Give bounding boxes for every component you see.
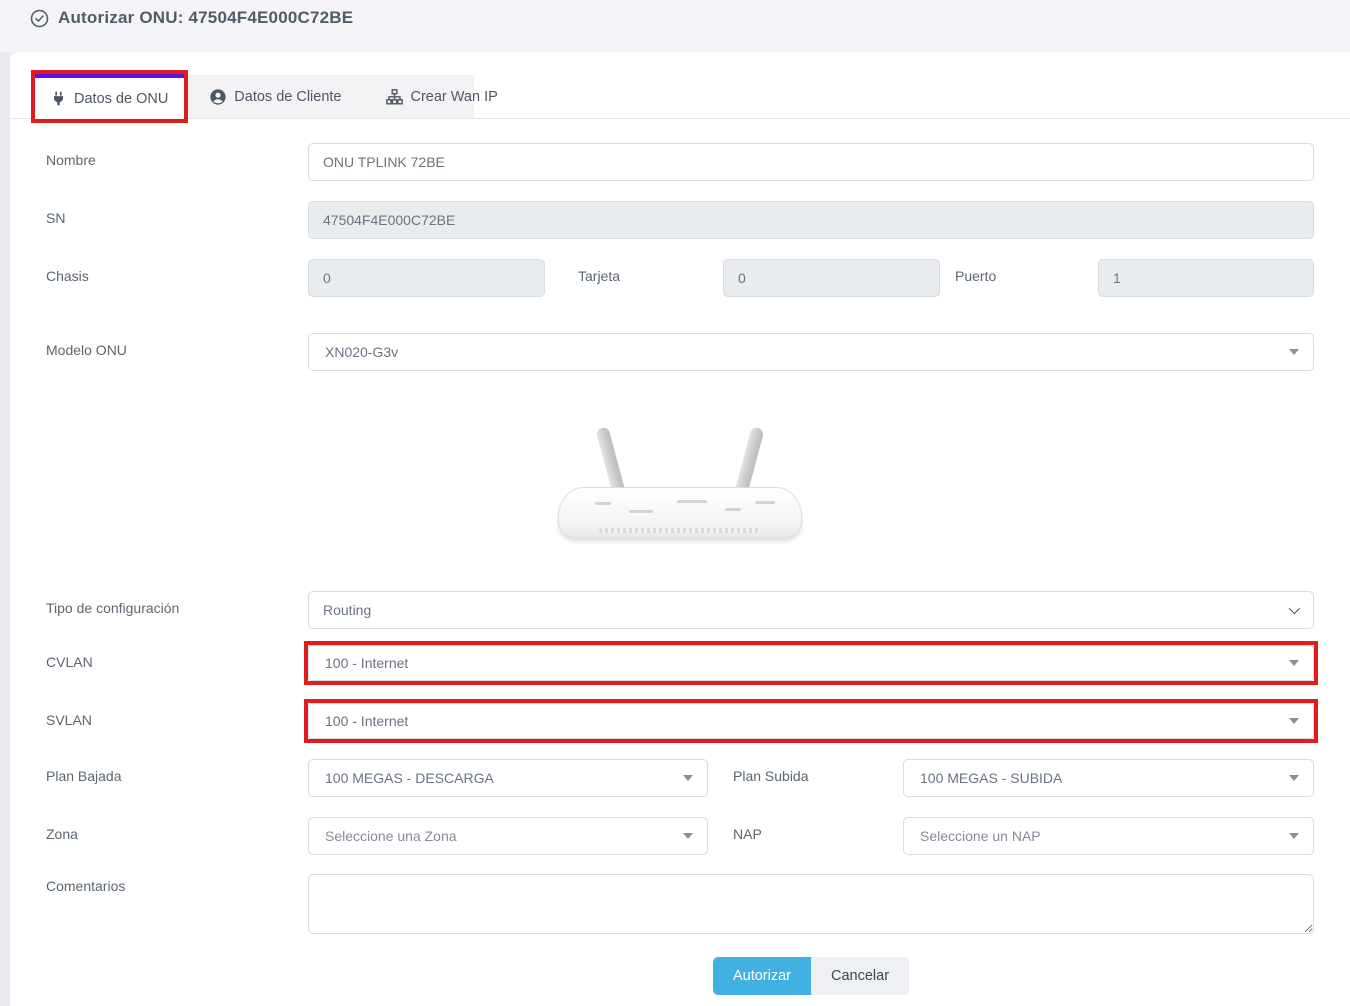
svlan-label: SVLAN (46, 703, 308, 728)
plan-subida-label: Plan Subida (708, 759, 903, 784)
plan-bajada-select[interactable]: 100 MEGAS - DESCARGA (308, 759, 708, 797)
form-row-svlan: SVLAN 100 - Internet (31, 703, 1329, 743)
dropdown-caret-icon (683, 833, 693, 839)
sitemap-icon (386, 89, 403, 105)
page-title: Autorizar ONU: 47504F4E000C72BE (58, 8, 353, 28)
form-actions: Autorizar Cancelar (31, 957, 1329, 995)
select-chevron-icon (1289, 603, 1300, 614)
cvlan-select[interactable]: 100 - Internet (308, 645, 1314, 681)
nombre-input[interactable] (308, 143, 1314, 181)
modelo-selected-value: XN020-G3v (325, 344, 398, 360)
modelo-label: Modelo ONU (46, 333, 308, 358)
zona-placeholder: Seleccione una Zona (325, 828, 457, 844)
router-body (558, 487, 802, 539)
form-row-nombre: Nombre (31, 143, 1329, 181)
tarjeta-label: Tarjeta (545, 259, 723, 284)
dropdown-caret-icon (1289, 349, 1299, 355)
cvlan-selected-value: 100 - Internet (325, 655, 408, 671)
nombre-label: Nombre (46, 143, 308, 168)
comentarios-textarea[interactable] (308, 874, 1314, 934)
content-panel: Datos de ONU Datos de Cliente (10, 52, 1350, 1006)
tab-datos-de-cliente[interactable]: Datos de Cliente (188, 75, 363, 119)
nap-select[interactable]: Seleccione un NAP (903, 817, 1314, 855)
tab-label: Datos de ONU (74, 91, 168, 107)
tarjeta-input (723, 259, 940, 297)
tipo-configuracion-selected-value: Routing (323, 602, 371, 618)
modelo-select[interactable]: XN020-G3v (308, 333, 1314, 371)
check-circle-icon (30, 9, 49, 28)
plan-subida-select[interactable]: 100 MEGAS - SUBIDA (903, 759, 1314, 797)
form-row-comentarios: Comentarios (31, 874, 1329, 934)
annotation-box-active-tab: Datos de ONU (31, 70, 188, 123)
sn-input (308, 201, 1314, 239)
cancelar-button[interactable]: Cancelar (811, 957, 909, 995)
tab-label: Crear Wan IP (411, 89, 498, 105)
form-row-chasis: Chasis Tarjeta Puerto (31, 259, 1329, 297)
router-image (550, 425, 810, 545)
tipo-configuracion-select[interactable]: Routing (308, 591, 1314, 629)
svlan-select[interactable]: 100 - Internet (308, 703, 1314, 739)
form-row-cvlan: CVLAN 100 - Internet (31, 645, 1329, 685)
form-row-planes: Plan Bajada 100 MEGAS - DESCARGA Plan Su… (31, 759, 1329, 797)
puerto-input (1098, 259, 1314, 297)
form-row-zona-nap: Zona Seleccione una Zona NAP Seleccione … (31, 817, 1329, 855)
plug-icon (51, 91, 66, 106)
tab-datos-de-onu[interactable]: Datos de ONU (35, 74, 184, 119)
tipo-configuracion-label: Tipo de configuración (46, 591, 308, 616)
dropdown-caret-icon (1289, 660, 1299, 666)
dropdown-caret-icon (1289, 775, 1299, 781)
chasis-label: Chasis (46, 259, 308, 284)
tab-crear-wan-ip[interactable]: Crear Wan IP (364, 75, 520, 119)
annotation-box-svlan: 100 - Internet (304, 699, 1318, 743)
autorizar-button[interactable]: Autorizar (713, 957, 811, 995)
dropdown-caret-icon (1289, 833, 1299, 839)
sn-label: SN (46, 201, 308, 226)
nap-placeholder: Seleccione un NAP (920, 828, 1041, 844)
tab-label: Datos de Cliente (234, 89, 341, 105)
form-row-modelo: Modelo ONU XN020-G3v (31, 333, 1329, 371)
annotation-box-cvlan: 100 - Internet (304, 641, 1318, 685)
plan-bajada-label: Plan Bajada (46, 759, 308, 784)
dropdown-caret-icon (683, 775, 693, 781)
form-row-sn: SN (31, 201, 1329, 239)
user-circle-icon (210, 89, 226, 105)
cvlan-label: CVLAN (46, 645, 308, 670)
onu-image-container (31, 425, 1329, 545)
zona-select[interactable]: Seleccione una Zona (308, 817, 708, 855)
comentarios-label: Comentarios (46, 874, 308, 894)
tab-bar: Datos de ONU Datos de Cliente (31, 75, 1329, 119)
page-header: Autorizar ONU: 47504F4E000C72BE (0, 0, 1350, 52)
dropdown-caret-icon (1289, 718, 1299, 724)
plan-bajada-selected-value: 100 MEGAS - DESCARGA (325, 770, 494, 786)
chasis-input (308, 259, 545, 297)
tab-strip: Datos de ONU Datos de Cliente (31, 75, 474, 119)
svlan-selected-value: 100 - Internet (325, 713, 408, 729)
nap-label: NAP (708, 817, 903, 842)
form-row-tipo-configuracion: Tipo de configuración Routing (31, 591, 1329, 629)
puerto-label: Puerto (940, 259, 1098, 284)
onu-form: Nombre SN Chasis Tarjeta Puerto Modelo O… (31, 143, 1329, 995)
zona-label: Zona (46, 817, 308, 842)
plan-subida-selected-value: 100 MEGAS - SUBIDA (920, 770, 1062, 786)
